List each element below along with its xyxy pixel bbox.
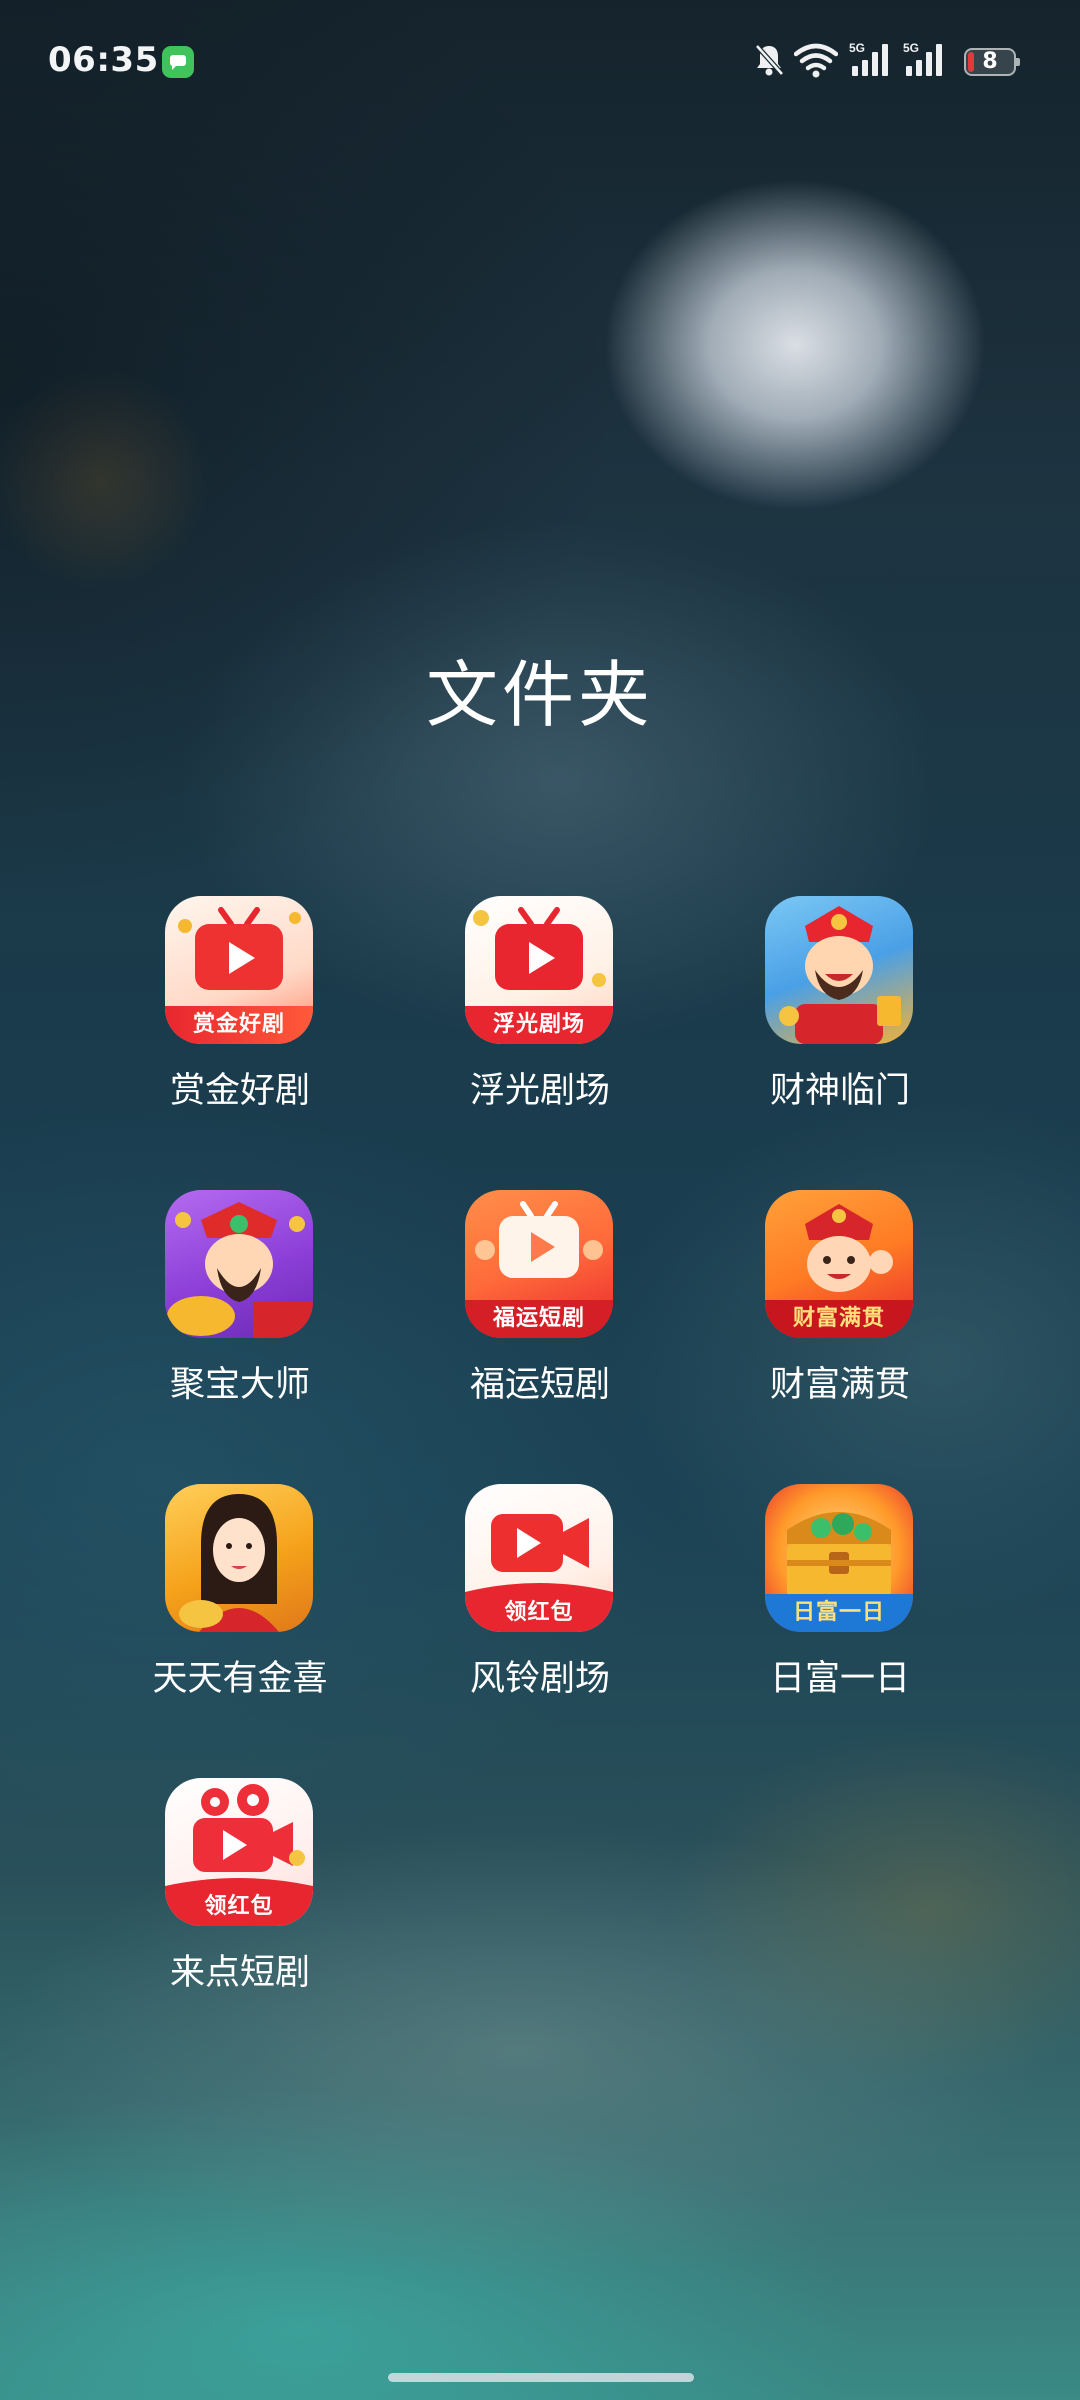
app-fuguang-juchang[interactable]: 浮光剧场 浮光剧场: [390, 896, 690, 1146]
lucky-boy-icon[interactable]: 财富满贯: [765, 1190, 913, 1338]
app-laidian-duanju[interactable]: 领红包 来点短剧: [90, 1778, 390, 2028]
app-label: 赏金好剧: [169, 1071, 310, 1111]
battery-icon: 8: [964, 48, 1020, 76]
treasure-chest-icon[interactable]: 日富一日: [765, 1484, 913, 1632]
icon-banner: 福运短剧: [465, 1300, 613, 1338]
battery-level: 8: [982, 49, 998, 74]
app-rifu-yiri[interactable]: 日富一日 日富一日: [690, 1484, 990, 1734]
icon-banner: 浮光剧场: [465, 1006, 613, 1044]
status-icons: 5G 5G 8: [752, 40, 1020, 84]
app-caifu-manguan[interactable]: 财富满贯 财富满贯: [690, 1190, 990, 1440]
status-time: 06:35: [48, 40, 159, 80]
signal-5g-icon: 5G: [903, 41, 942, 76]
icon-banner: 领红包: [204, 1894, 274, 1919]
app-label: 财神临门: [769, 1071, 910, 1111]
app-label: 来点短剧: [169, 1953, 310, 1993]
home-indicator[interactable]: [388, 2373, 694, 2382]
god-of-wealth-gold-icon[interactable]: [165, 1190, 313, 1338]
app-label: 天天有金喜: [152, 1659, 328, 1699]
video-camera-icon[interactable]: 领红包: [465, 1484, 613, 1632]
app-caishen-linmen[interactable]: 财神临门: [690, 896, 990, 1146]
icon-banner: 日富一日: [765, 1594, 913, 1632]
signal-5g-icon: 5G: [849, 41, 888, 76]
app-label: 风铃剧场: [469, 1659, 610, 1699]
icon-banner: 领红包: [504, 1600, 574, 1625]
messages-icon: [162, 46, 194, 78]
lady-portrait-icon[interactable]: [165, 1484, 313, 1632]
app-tiantian-youjinxi[interactable]: 天天有金喜: [90, 1484, 390, 1734]
app-jubao-dashi[interactable]: 聚宝大师: [90, 1190, 390, 1440]
app-label: 浮光剧场: [469, 1071, 610, 1111]
icon-banner: 财富满贯: [765, 1300, 913, 1338]
icon-art: [179, 1494, 279, 1632]
app-label: 日富一日: [769, 1659, 910, 1699]
app-label: 财富满贯: [769, 1365, 910, 1405]
app-fuyun-duanju[interactable]: 福运短剧 福运短剧: [390, 1190, 690, 1440]
icon-banner: 赏金好剧: [165, 1006, 313, 1044]
red-tv-play-icon[interactable]: 赏金好剧: [165, 896, 313, 1044]
tv-play-icon[interactable]: 福运短剧: [465, 1190, 613, 1338]
app-fengling-juchang[interactable]: 领红包 风铃剧场: [390, 1484, 690, 1734]
battery-cap: [1016, 58, 1020, 66]
app-label: 聚宝大师: [169, 1365, 310, 1405]
red-tv-play-icon[interactable]: 浮光剧场: [465, 896, 613, 1044]
status-bar: 06:35 5G 5G 8: [0, 0, 1080, 120]
icon-art: [779, 906, 901, 1044]
signal-label: 5G: [903, 41, 919, 55]
signal-label: 5G: [849, 41, 865, 55]
app-label: 福运短剧: [469, 1365, 610, 1405]
folder-title[interactable]: 文件夹: [0, 636, 1080, 741]
movie-camera-icon[interactable]: 领红包: [165, 1778, 313, 1926]
app-shangjin-haoju[interactable]: 赏金好剧 赏金好剧: [90, 896, 390, 1146]
wifi-icon: [794, 43, 838, 78]
icon-art: [167, 1202, 313, 1338]
god-of-wealth-icon[interactable]: [765, 896, 913, 1044]
bell-muted-icon: [755, 44, 784, 76]
